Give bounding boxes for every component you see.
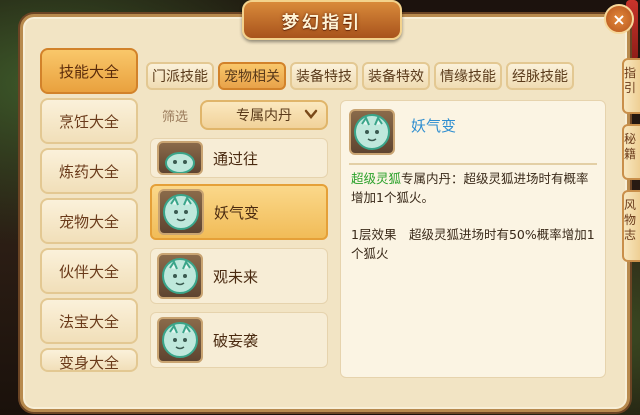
list-item[interactable]: 破妄袭 <box>150 312 328 368</box>
detail-skill-name: 妖气变 <box>411 117 457 135</box>
skill-name: 通过往 <box>213 149 259 168</box>
detail-description: 超级灵狐专属内丹：超级灵狐进场时有概率增加1个狐火。 1层效果 超级灵狐进场时有… <box>351 169 599 263</box>
list-item[interactable]: 通过往 <box>150 138 328 178</box>
skill-name: 观未来 <box>213 267 259 286</box>
chevron-down-icon <box>304 107 318 125</box>
tab-equip-skills[interactable]: 装备特技 <box>290 62 358 90</box>
filter-dropdown[interactable]: 专属内丹 <box>200 100 328 130</box>
tab-pet-related[interactable]: 宠物相关 <box>218 62 286 90</box>
category-list: 技能大全 烹饪大全 炼药大全 宠物大全 伙伴大全 法宝大全 变身大全 <box>40 48 143 378</box>
fox-spirit-icon <box>349 109 395 155</box>
divider <box>349 163 597 165</box>
window-title-plate: 梦幻指引 <box>242 0 402 40</box>
filter-selected: 专属内丹 <box>236 108 292 124</box>
category-alchemy[interactable]: 炼药大全 <box>40 148 138 194</box>
tab-bond-skills[interactable]: 情缘技能 <box>434 62 502 90</box>
pet-skill-list: 通过往 妖气变 观未来 破妄袭 <box>150 138 330 378</box>
detail-level-effect: 1层效果 超级灵狐进场时有50%概率增加1个狐火 <box>351 227 595 261</box>
fox-spirit-icon <box>158 189 204 235</box>
category-transform[interactable]: 变身大全 <box>40 348 138 372</box>
skill-tabs: 门派技能 宠物相关 装备特技 装备特效 情缘技能 经脉技能 <box>146 62 578 92</box>
close-button[interactable]: × <box>604 4 634 34</box>
category-pets[interactable]: 宠物大全 <box>40 198 138 244</box>
tab-equip-effects[interactable]: 装备特效 <box>362 62 430 90</box>
list-item[interactable]: 妖气变 <box>150 184 328 240</box>
filter-label: 筛选 <box>162 110 189 125</box>
skill-name: 破妄袭 <box>213 331 259 350</box>
tab-sect-skills[interactable]: 门派技能 <box>146 62 214 90</box>
detail-highlight: 超级灵狐 <box>351 171 402 186</box>
skill-name: 妖气变 <box>214 203 260 222</box>
side-tab-secrets[interactable]: 秘籍 <box>622 124 640 180</box>
side-tab-guide[interactable]: 指引 <box>622 58 640 114</box>
tab-meridian-skills[interactable]: 经脉技能 <box>506 62 574 90</box>
category-partners[interactable]: 伙伴大全 <box>40 248 138 294</box>
skill-detail-panel: 妖气变 超级灵狐专属内丹：超级灵狐进场时有概率增加1个狐火。 1层效果 超级灵狐… <box>340 100 606 378</box>
fox-spirit-icon <box>157 141 203 175</box>
fox-spirit-icon <box>157 253 203 299</box>
close-icon: × <box>612 9 626 29</box>
fox-spirit-icon <box>157 317 203 363</box>
category-treasures[interactable]: 法宝大全 <box>40 298 138 344</box>
category-skills[interactable]: 技能大全 <box>40 48 138 94</box>
side-tab-customs[interactable]: 风物志 <box>622 190 640 262</box>
window-title: 梦幻指引 <box>282 12 362 33</box>
category-cooking[interactable]: 烹饪大全 <box>40 98 138 144</box>
list-item[interactable]: 观未来 <box>150 248 328 304</box>
